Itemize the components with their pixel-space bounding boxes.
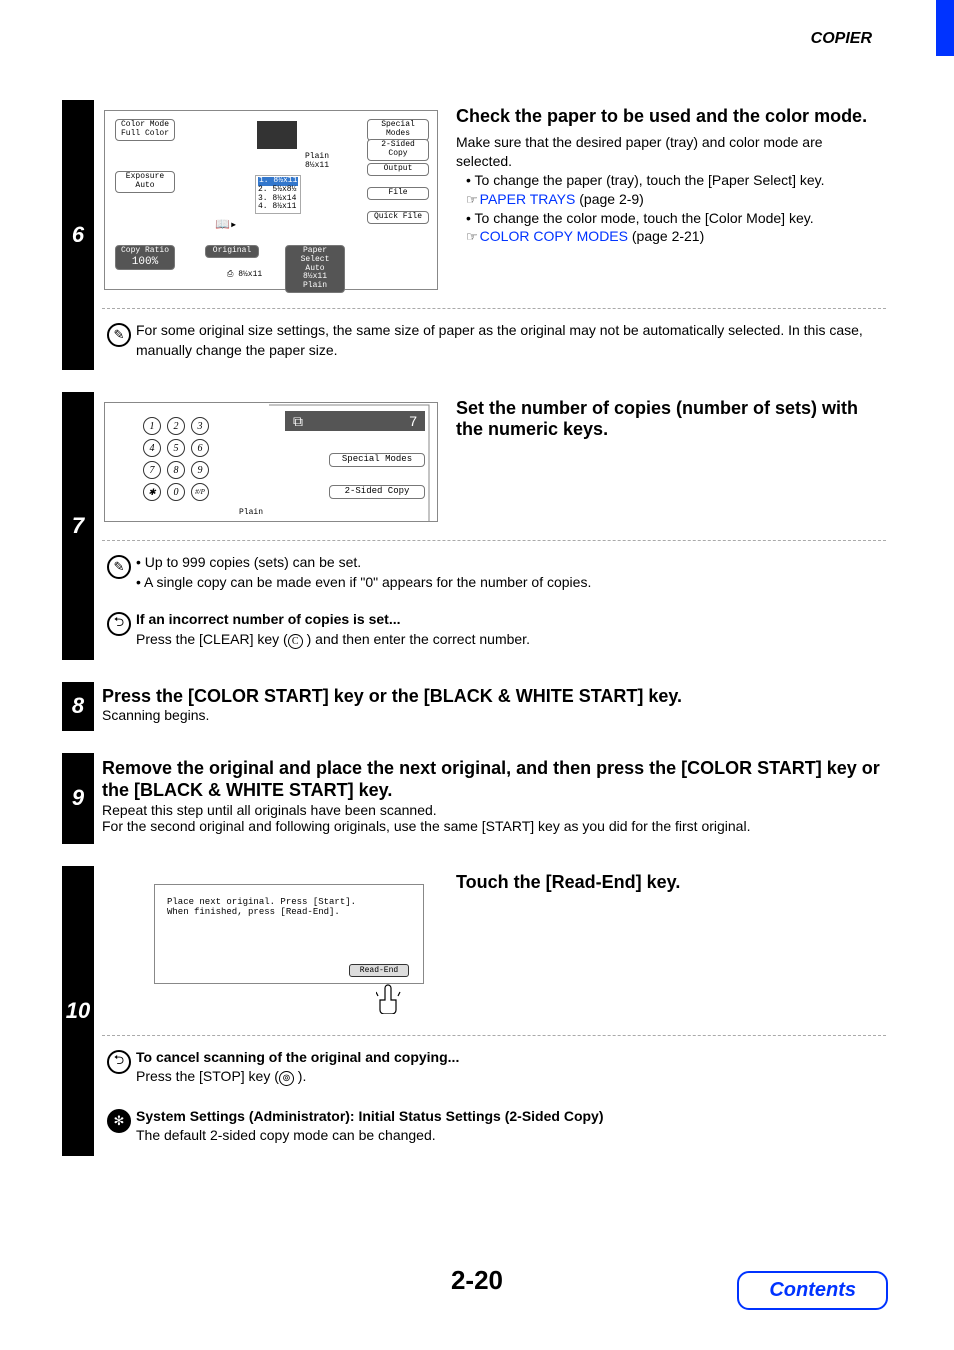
step-8-text: Scanning begins.	[102, 707, 886, 723]
contents-button[interactable]: Contents	[737, 1271, 888, 1310]
step-6-intro: Make sure that the desired paper (tray) …	[456, 133, 882, 171]
panel-quick-file: Quick File	[367, 211, 429, 224]
stop-key-icon: ⊚	[279, 1071, 294, 1086]
admin-text: The default 2-sided copy mode can be cha…	[136, 1126, 880, 1146]
panel-auto-image-size: ⎙ 8½x11	[227, 271, 262, 280]
step-6-note: For some original size settings, the sam…	[136, 321, 886, 360]
panel-original: Original	[205, 245, 259, 258]
step-10: 10 Place next original. Press [Start]. W…	[62, 866, 886, 1156]
panel-special-modes: Special Modes	[329, 453, 425, 467]
read-end-button: Read-End	[349, 964, 409, 977]
clear-key-icon: C	[288, 634, 303, 649]
pointer-icon: ☞	[466, 228, 478, 246]
admin-title: System Settings (Administrator): Initial…	[136, 1107, 880, 1127]
panel-plain-text: Plain8½x11	[305, 153, 329, 171]
step-number: 7	[62, 392, 94, 659]
step-6-bullet-1: To change the paper (tray), touch the [P…	[466, 171, 882, 209]
step-7-tip-title: If an incorrect number of copies is set.…	[136, 610, 880, 630]
pointer-icon: ☞	[466, 191, 478, 209]
panel-plain: Plain	[239, 508, 263, 517]
step-9-title: Remove the original and place the next o…	[102, 757, 886, 802]
link-paper-trays[interactable]: PAPER TRAYS	[480, 191, 576, 207]
step-8-title: Press the [COLOR START] key or the [BLAC…	[102, 686, 886, 707]
section-title: COPIER	[811, 30, 872, 48]
step-8: 8 Press the [COLOR START] key or the [BL…	[62, 682, 886, 731]
panel-exposure: ExposureAuto	[115, 171, 175, 193]
dialog-line-1: Place next original. Press [Start].	[167, 897, 411, 907]
panel-tray-list: 1. 8½x11 2. 5½x8½ 3. 8½x14 4. 8½x11	[255, 175, 301, 214]
note-icon: ✎	[107, 323, 131, 347]
header-blue-bar	[936, 0, 954, 56]
panel-file: File	[367, 187, 429, 200]
panel-special-modes: Special Modes	[367, 119, 429, 141]
step-6-bullet-2: To change the color mode, touch the [Col…	[466, 209, 882, 247]
copies-display: ⧉7	[285, 411, 425, 431]
preview-thumb	[257, 121, 297, 149]
panel-2sided: 2-Sided Copy	[367, 139, 429, 161]
step-7-note-1: • Up to 999 copies (sets) can be set.	[136, 553, 880, 573]
panel-2sided: 2-Sided Copy	[329, 485, 425, 499]
panel-output: Output	[367, 163, 429, 176]
read-end-dialog: Place next original. Press [Start]. When…	[154, 884, 424, 984]
step-6: 6 Color ModeFull Color ExposureAuto Copy…	[62, 100, 886, 370]
step-10-title: Touch the [Read-End] key.	[456, 872, 882, 893]
link-color-copy-modes[interactable]: COLOR COPY MODES	[480, 228, 628, 244]
step-number: 8	[62, 682, 94, 731]
step-9-line1: Repeat this step until all originals hav…	[102, 802, 886, 818]
copier-panel-diagram: Color ModeFull Color ExposureAuto Copy R…	[104, 110, 438, 290]
step-number: 6	[62, 100, 94, 370]
undo-icon: ⮌	[107, 612, 131, 636]
step-10-tip-title: To cancel scanning of the original and c…	[136, 1048, 880, 1068]
step-7: 7 123 456 789 ✱0#/P ⧉7	[62, 392, 886, 659]
book-icon: 📖▸	[215, 217, 237, 232]
panel-color-mode: Color ModeFull Color	[115, 119, 175, 141]
page-content: 6 Color ModeFull Color ExposureAuto Copy…	[62, 100, 886, 1178]
panel-paper-select: Paper SelectAuto8½x11Plain	[285, 245, 345, 293]
undo-icon: ⮌	[107, 1050, 131, 1074]
step-7-note-2: • A single copy can be made even if "0" …	[136, 573, 880, 593]
note-icon: ✎	[107, 555, 131, 579]
step-9-line2: For the second original and following or…	[102, 818, 886, 834]
step-10-tip-text: Press the [STOP] key (⊚ ).	[136, 1067, 880, 1087]
step-6-title: Check the paper to be used and the color…	[456, 106, 882, 127]
step-7-tip-text: Press the [CLEAR] key (C ) and then ente…	[136, 630, 880, 650]
dialog-line-2: When finished, press [Read-End].	[167, 907, 411, 917]
step-number: 10	[62, 866, 94, 1156]
step-9: 9 Remove the original and place the next…	[62, 753, 886, 844]
step-number: 9	[62, 753, 94, 844]
finger-press-icon	[376, 982, 438, 1017]
panel-copy-ratio: Copy Ratio100%	[115, 245, 175, 270]
keypad-diagram: 123 456 789 ✱0#/P ⧉7 Special Modes 2-Sid…	[104, 402, 438, 522]
gear-icon: ✻	[107, 1109, 131, 1133]
step-7-title: Set the number of copies (number of sets…	[456, 398, 882, 440]
